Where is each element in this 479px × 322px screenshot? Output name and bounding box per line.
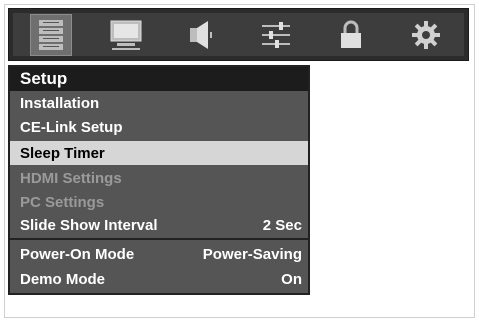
menu-icon-bar	[8, 8, 469, 61]
adjust-sliders-icon[interactable]	[256, 15, 296, 55]
menu-item-label: Slide Show Interval	[20, 216, 158, 234]
menu-item-hdmi-settings[interactable]: HDMI Settings	[10, 166, 308, 190]
menu-item-sleep-timer[interactable]: Sleep Timer	[10, 141, 308, 165]
sound-icon[interactable]	[181, 15, 221, 55]
menu-item-label: Demo Mode	[20, 270, 106, 288]
menu-item-label: PC Settings	[20, 193, 105, 211]
menu-item-label: Installation	[20, 94, 100, 112]
menu-item-power-on-mode[interactable]: Power-On Mode Power-Saving	[10, 242, 308, 266]
picture-icon[interactable]	[106, 15, 146, 55]
menu-item-label: Sleep Timer	[20, 144, 105, 162]
gear-icon[interactable]	[406, 15, 446, 55]
menu-separator	[10, 238, 308, 240]
menu-list: Installation CE-Link Setup Sleep Timer H…	[10, 91, 308, 293]
menu-item-demo-mode[interactable]: Demo Mode On	[10, 267, 308, 291]
menu-item-ce-link-setup[interactable]: CE-Link Setup	[10, 115, 308, 139]
menu-item-slide-show-interval[interactable]: Slide Show Interval 2 Sec	[10, 213, 308, 237]
menu-item-label: HDMI Settings	[20, 169, 122, 187]
menu-item-pc-settings[interactable]: PC Settings	[10, 190, 308, 214]
menu-item-value: Power-Saving	[202, 245, 302, 263]
menu-item-installation[interactable]: Installation	[10, 91, 308, 115]
lock-icon[interactable]	[331, 15, 371, 55]
menu-icon-bar-inner	[13, 13, 464, 56]
menu-item-value: 2 Sec	[262, 216, 302, 234]
menu-item-label: CE-Link Setup	[20, 118, 123, 136]
setup-list-icon[interactable]	[29, 13, 72, 56]
menu-title: Setup	[10, 67, 308, 91]
setup-menu: Setup Installation CE-Link Setup Sleep T…	[8, 65, 310, 295]
menu-item-label: Power-On Mode	[20, 245, 135, 263]
menu-item-value: On	[281, 270, 302, 288]
